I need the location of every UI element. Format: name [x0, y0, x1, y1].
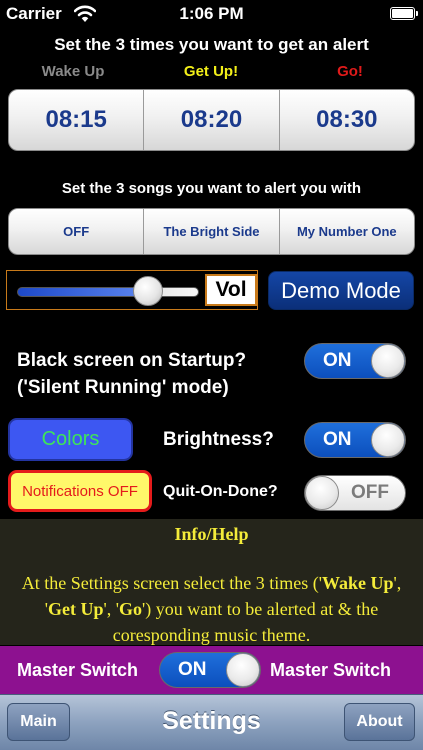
black-screen-switch[interactable]: ON	[304, 343, 406, 379]
songs-heading: Set the 3 songs you want to alert you wi…	[61, 180, 362, 197]
brightness-switch-state: ON	[323, 429, 352, 450]
about-button[interactable]: About	[344, 703, 415, 741]
quit-on-done-switch-state: OFF	[351, 482, 389, 503]
master-switch-state: ON	[178, 659, 207, 680]
master-switch-label-right: Master Switch	[270, 660, 392, 680]
time-go[interactable]: 08:30	[280, 90, 414, 150]
song-wake-up[interactable]: OFF	[9, 209, 145, 254]
alerts-heading: Set the 3 times you want to get an alert	[54, 35, 369, 54]
stage-go: Go!	[337, 63, 363, 80]
silent-running-label: ('Silent Running' mode)	[17, 377, 229, 398]
status-time: 1:06 PM	[179, 4, 244, 23]
battery-icon	[390, 7, 418, 20]
info-help-panel[interactable]: Info/Help At the Settings screen select …	[0, 519, 423, 645]
navigation-bar: Main Settings About	[0, 694, 423, 750]
alert-times-picker: 08:15 08:20 08:30	[8, 89, 415, 151]
switch-thumb	[226, 653, 260, 687]
song-go[interactable]: My Number One	[280, 209, 414, 254]
master-switch[interactable]: ON	[159, 652, 261, 688]
stage-get-up: Get Up!	[183, 63, 239, 80]
switch-thumb	[305, 476, 339, 510]
time-get-up[interactable]: 08:20	[144, 90, 280, 150]
info-help-text: At the Settings screen select the 3 time…	[21, 573, 402, 645]
black-screen-label: Black screen on Startup?	[17, 350, 247, 371]
time-wake-up[interactable]: 08:15	[9, 90, 145, 150]
black-screen-switch-state: ON	[323, 350, 352, 371]
brightness-switch[interactable]: ON	[304, 422, 406, 458]
demo-mode-button[interactable]: Demo Mode	[268, 271, 414, 310]
master-switch-label-left: Master Switch	[17, 660, 139, 680]
alert-songs-picker: OFF The Bright Side My Number One	[8, 208, 415, 255]
stage-wake-up: Wake Up	[41, 63, 105, 80]
volume-slider-thumb[interactable]	[133, 276, 164, 306]
song-get-up[interactable]: The Bright Side	[144, 209, 280, 254]
volume-label: Vol	[205, 274, 257, 306]
volume-control: Vol	[6, 270, 258, 310]
status-bar: Carrier 1:06 PM	[0, 0, 423, 30]
brightness-label: Brightness?	[163, 429, 274, 450]
info-help-title: Info/Help	[174, 524, 249, 544]
switch-thumb	[371, 423, 405, 457]
colors-button[interactable]: Colors	[8, 418, 133, 461]
quit-on-done-label: Quit-On-Done?	[163, 483, 278, 500]
quit-on-done-switch[interactable]: OFF	[304, 475, 406, 511]
master-switch-bar: Master Switch ON Master Switch	[0, 646, 423, 694]
volume-slider-track[interactable]	[17, 287, 199, 297]
notifications-button[interactable]: Notifications OFF	[8, 470, 152, 512]
switch-thumb	[371, 344, 405, 378]
